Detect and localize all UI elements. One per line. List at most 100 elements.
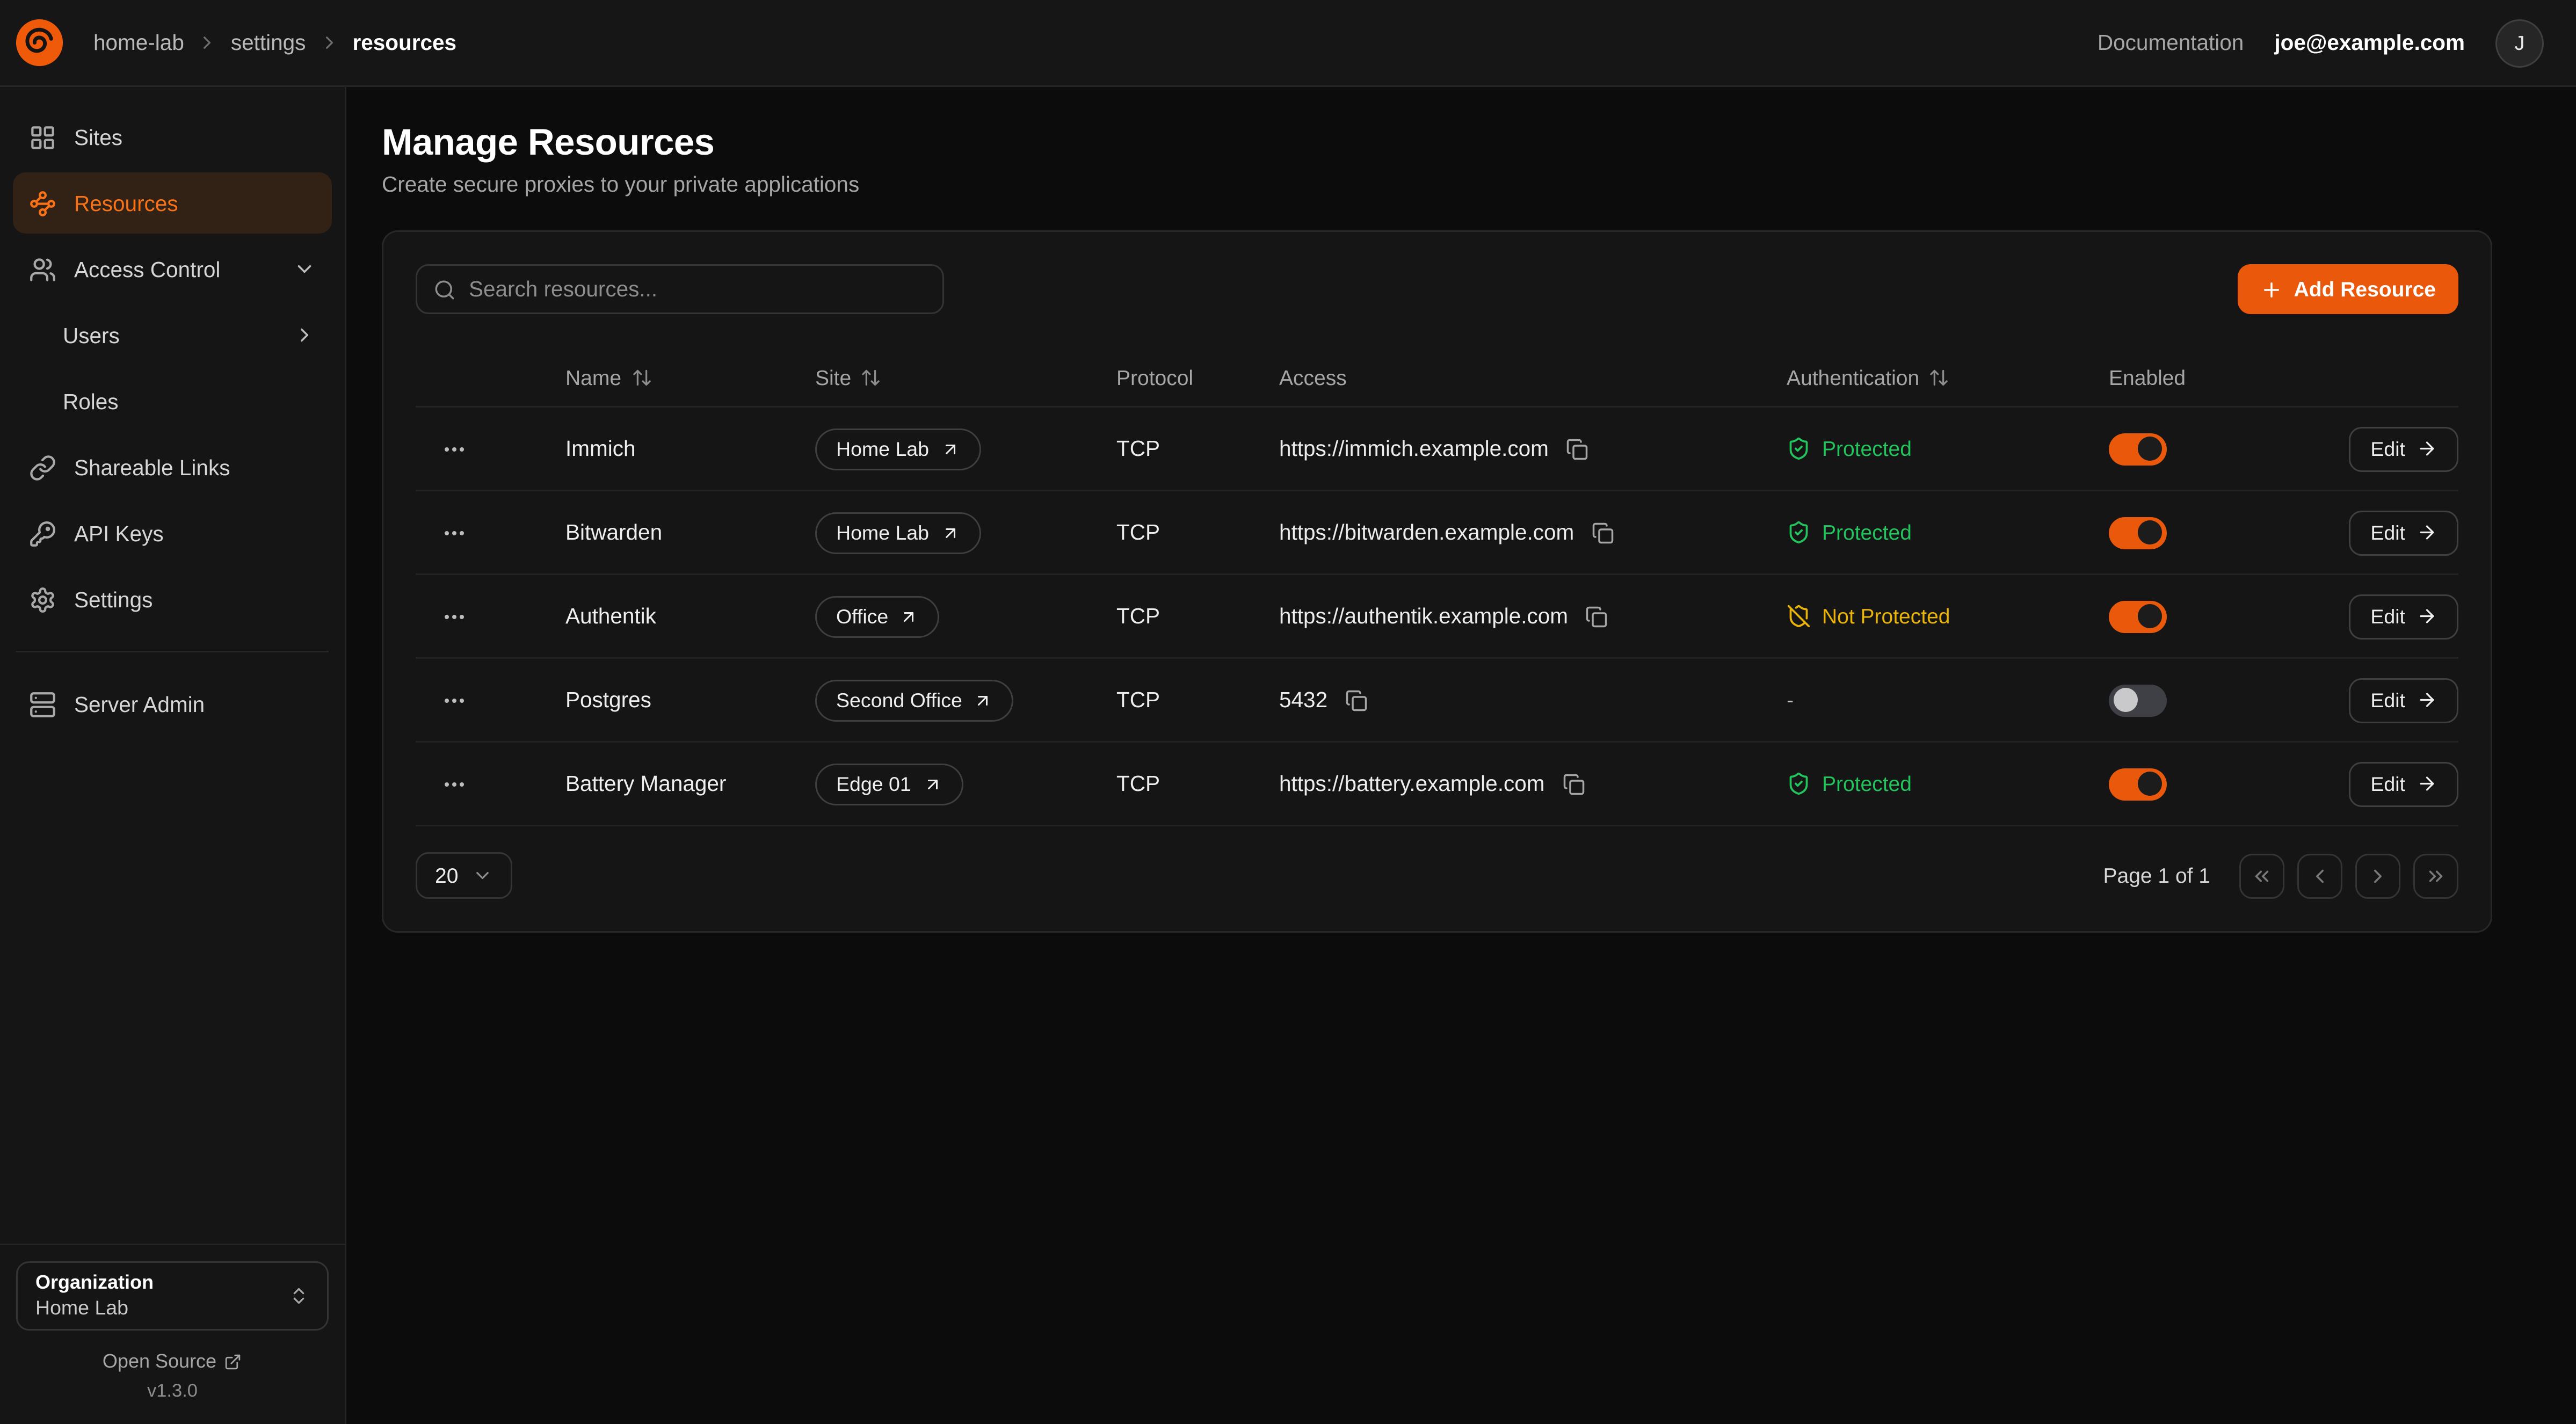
column-header-site[interactable]: Site: [815, 365, 1116, 389]
pangolin-logo[interactable]: [14, 18, 64, 68]
open-source-link[interactable]: Open Source: [16, 1350, 329, 1372]
breadcrumb: home-lab settings resources: [93, 31, 456, 55]
arrow-right-icon: [2417, 773, 2437, 794]
auth-status: Protected: [1787, 520, 2109, 544]
edit-button[interactable]: Edit: [2349, 761, 2458, 807]
breadcrumb-org[interactable]: home-lab: [93, 31, 184, 55]
enabled-toggle[interactable]: [2109, 768, 2167, 800]
protocol-value: TCP: [1116, 772, 1279, 796]
ellipsis-icon: [441, 771, 467, 797]
column-header-authentication[interactable]: Authentication: [1787, 365, 2109, 389]
ellipsis-icon: [441, 604, 467, 629]
shield-check-icon: [1787, 437, 1811, 461]
chevrons-right-icon: [2425, 864, 2447, 887]
breadcrumb-settings[interactable]: settings: [231, 31, 306, 55]
copy-button[interactable]: [1342, 686, 1371, 715]
sidebar-item-roles[interactable]: Roles: [13, 370, 332, 432]
chevron-down-icon: [293, 258, 316, 280]
plus-icon: [2260, 278, 2283, 301]
sidebar-item-resources[interactable]: Resources: [13, 172, 332, 234]
pagination: Page 1 of 1: [2103, 853, 2459, 898]
copy-button[interactable]: [1563, 434, 1592, 463]
user-email[interactable]: joe@example.com: [2274, 31, 2465, 55]
copy-button[interactable]: [1559, 769, 1588, 798]
resource-name: Postgres: [565, 688, 815, 712]
column-header-protocol: Protocol: [1116, 365, 1279, 389]
protocol-value: TCP: [1116, 688, 1279, 712]
sidebar-item-access-control[interactable]: Access Control: [13, 238, 332, 300]
last-page-button[interactable]: [2413, 853, 2458, 898]
organization-value: Home Lab: [35, 1295, 288, 1321]
shield-check-icon: [1787, 520, 1811, 544]
arrow-up-right-icon: [940, 439, 960, 459]
next-page-button[interactable]: [2355, 853, 2400, 898]
organization-selector[interactable]: Organization Home Lab: [16, 1261, 329, 1331]
resource-name: Battery Manager: [565, 772, 815, 796]
edit-button[interactable]: Edit: [2349, 594, 2458, 639]
users-icon: [29, 256, 56, 283]
arrow-right-icon: [2417, 606, 2437, 627]
copy-icon: [1345, 689, 1368, 711]
copy-button[interactable]: [1583, 602, 1612, 631]
site-link-button[interactable]: Office: [815, 595, 940, 637]
arrow-right-icon: [2417, 522, 2437, 543]
breadcrumb-current-page: resources: [352, 31, 456, 55]
row-actions-menu-button[interactable]: [435, 597, 474, 636]
resource-name: Immich: [565, 437, 815, 461]
grid-icon: [29, 123, 56, 151]
sidebar-item-api-keys[interactable]: API Keys: [13, 503, 332, 564]
access-url: https://battery.example.com: [1279, 772, 1544, 796]
sidebar-item-sites[interactable]: Sites: [13, 106, 332, 168]
shield-off-icon: [1787, 604, 1811, 628]
copy-icon: [1592, 521, 1614, 544]
chevrons-left-icon: [2251, 864, 2273, 887]
edit-button[interactable]: Edit: [2349, 678, 2458, 723]
sidebar-item-users[interactable]: Users: [13, 304, 332, 366]
site-link-button[interactable]: Edge 01: [815, 763, 963, 805]
enabled-toggle[interactable]: [2109, 517, 2167, 549]
table-header: Name Site Protocol Access Authentication…: [416, 348, 2458, 408]
topbar: home-lab settings resources Documentatio…: [0, 0, 2576, 87]
page-title: Manage Resources: [382, 121, 2492, 164]
column-header-access: Access: [1279, 365, 1787, 389]
documentation-link[interactable]: Documentation: [2098, 31, 2244, 55]
page-subtitle: Create secure proxies to your private ap…: [382, 172, 2492, 197]
page-size-select[interactable]: 20: [416, 852, 513, 899]
table-row: Postgres Second Office TCP 5432 - Edit: [416, 659, 2458, 743]
previous-page-button[interactable]: [2297, 853, 2342, 898]
arrow-up-right-icon: [923, 774, 942, 794]
row-actions-menu-button[interactable]: [435, 513, 474, 552]
avatar[interactable]: J: [2495, 19, 2544, 67]
copy-icon: [1562, 773, 1585, 795]
site-link-button[interactable]: Home Lab: [815, 428, 981, 470]
site-link-button[interactable]: Second Office: [815, 679, 1014, 721]
sidebar-item-settings[interactable]: Settings: [13, 569, 332, 630]
enabled-toggle[interactable]: [2109, 433, 2167, 465]
auth-status: Protected: [1787, 437, 2109, 461]
add-resource-button[interactable]: Add Resource: [2238, 264, 2458, 314]
first-page-button[interactable]: [2239, 853, 2284, 898]
copy-button[interactable]: [1588, 518, 1617, 547]
row-actions-menu-button[interactable]: [435, 681, 474, 720]
sidebar-item-server-admin[interactable]: Server Admin: [13, 673, 332, 735]
site-link-button[interactable]: Home Lab: [815, 512, 981, 554]
chevron-right-icon: [318, 32, 339, 53]
external-link-icon: [224, 1353, 242, 1370]
enabled-toggle[interactable]: [2109, 600, 2167, 633]
edit-button[interactable]: Edit: [2349, 510, 2458, 555]
search-input[interactable]: [469, 277, 926, 301]
resources-toolbar: Add Resource: [416, 264, 2458, 314]
sidebar-item-shareable-links[interactable]: Shareable Links: [13, 437, 332, 498]
server-icon: [29, 691, 56, 718]
row-actions-menu-button[interactable]: [435, 765, 474, 803]
column-header-enabled: Enabled: [2109, 365, 2334, 389]
ellipsis-icon: [441, 687, 467, 713]
access-url: https://authentik.example.com: [1279, 604, 1568, 628]
access-url: https://bitwarden.example.com: [1279, 520, 1574, 544]
organization-label: Organization: [35, 1271, 288, 1295]
row-actions-menu-button[interactable]: [435, 430, 474, 468]
column-header-name[interactable]: Name: [565, 365, 815, 389]
enabled-toggle[interactable]: [2109, 684, 2167, 716]
edit-button[interactable]: Edit: [2349, 426, 2458, 471]
resource-name: Bitwarden: [565, 520, 815, 544]
